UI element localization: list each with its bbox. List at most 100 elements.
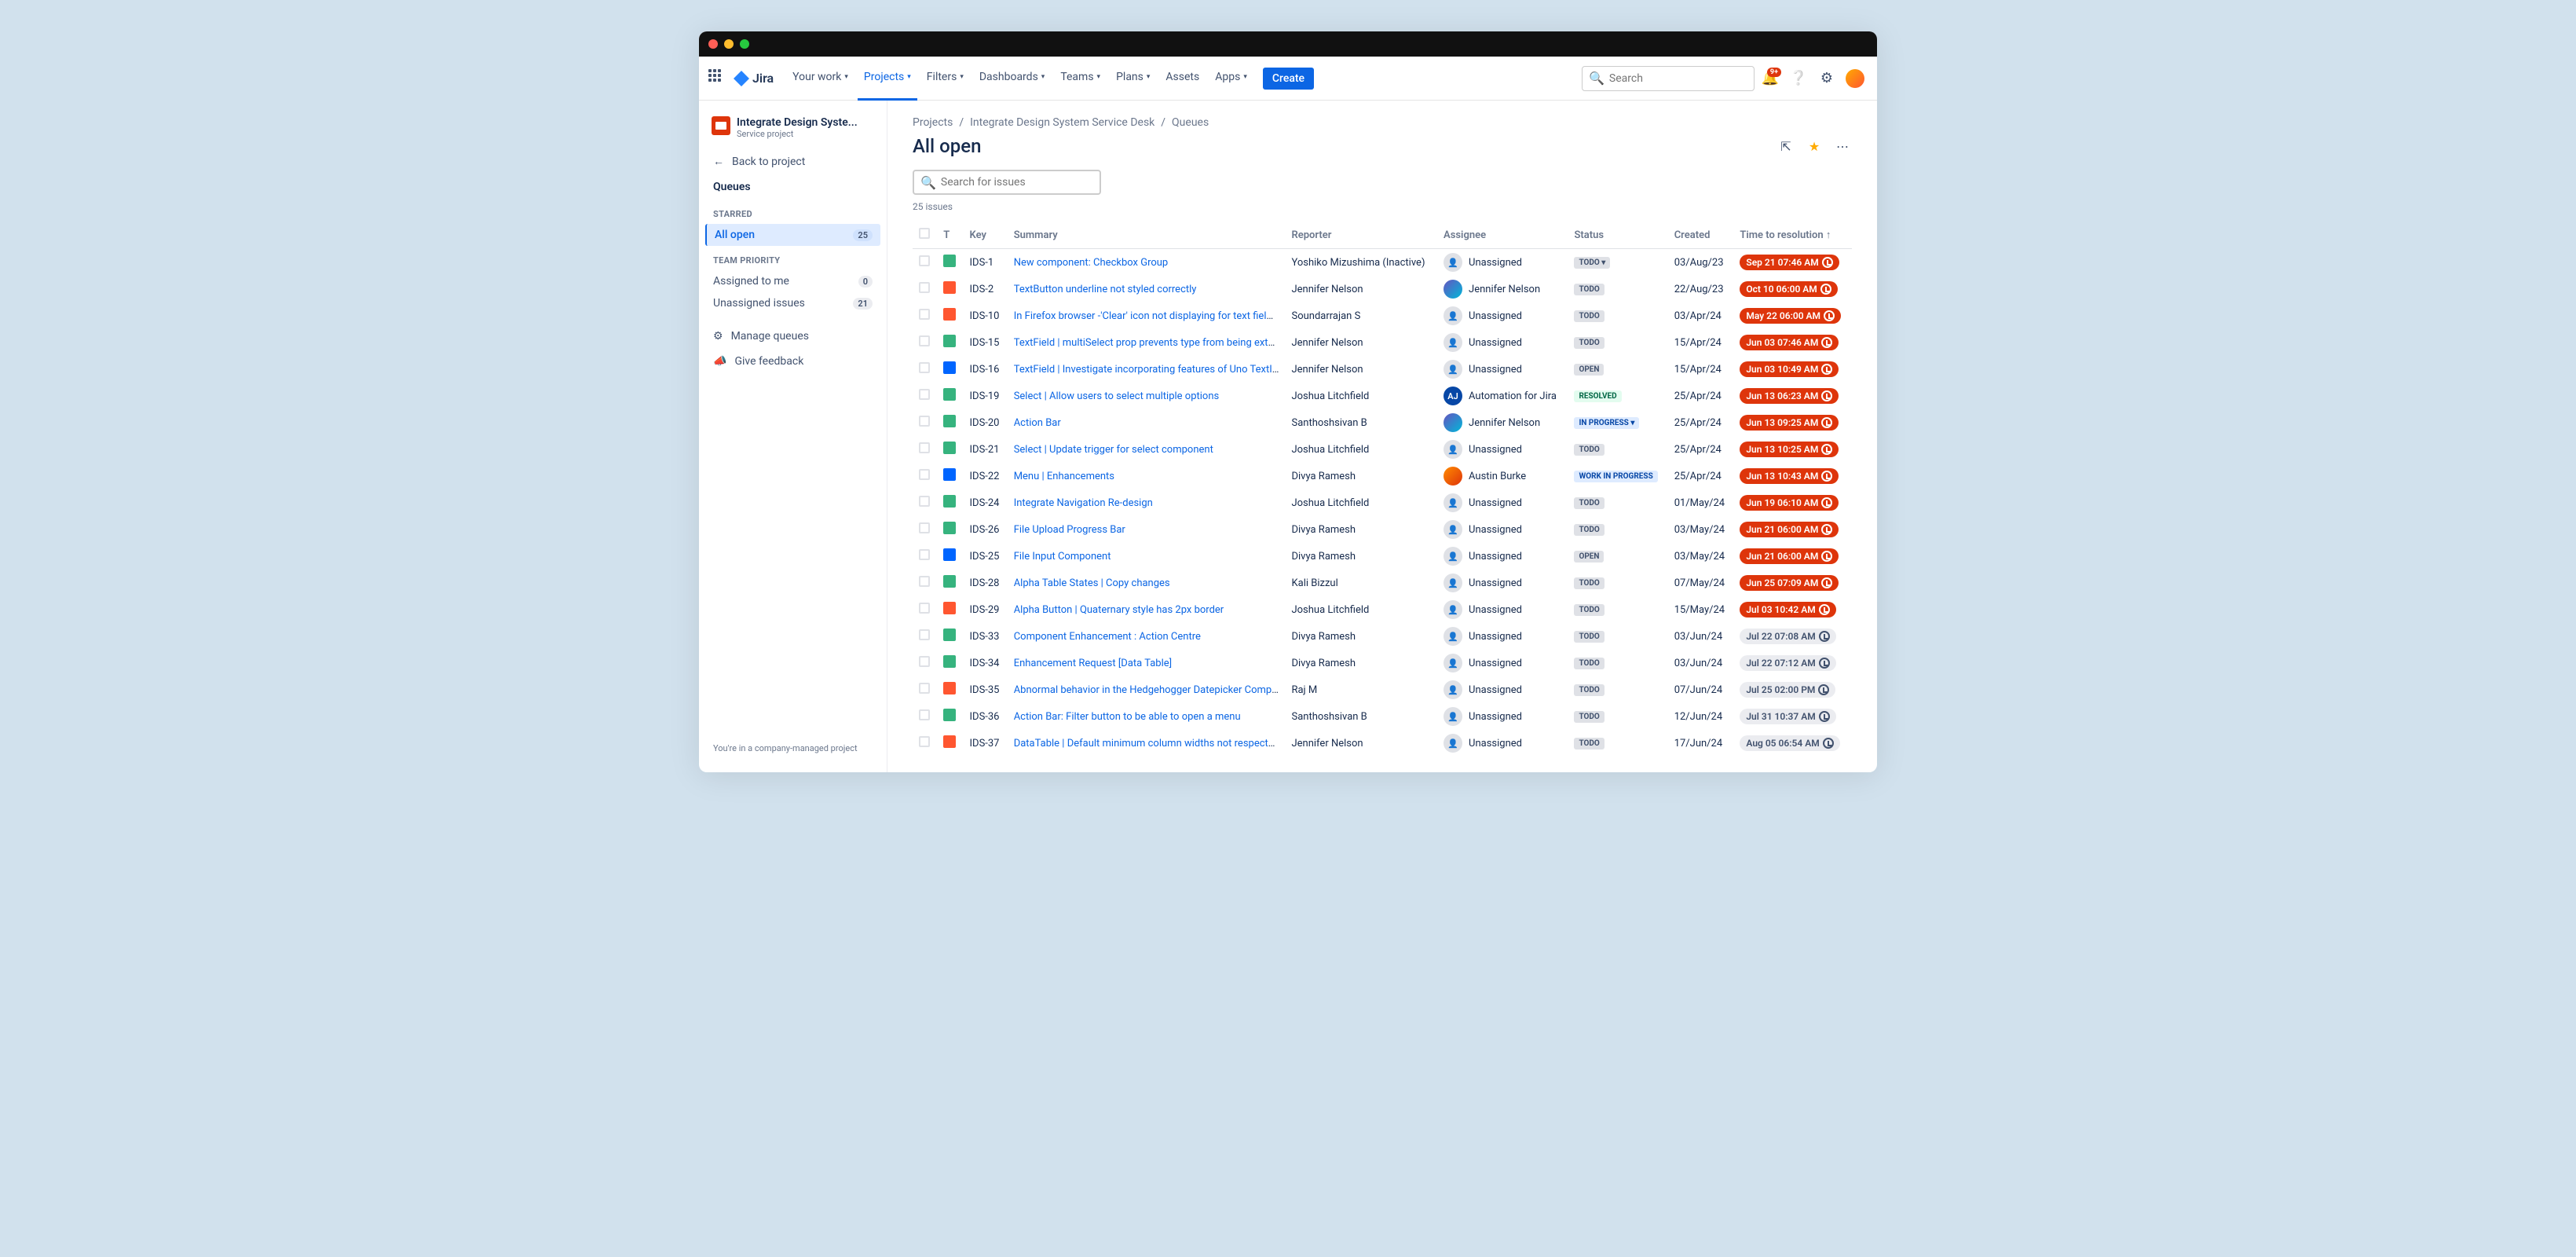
table-row[interactable]: IDS-1 New component: Checkbox Group Yosh… xyxy=(913,249,1852,277)
table-row[interactable]: IDS-28 Alpha Table States | Copy changes… xyxy=(913,570,1852,596)
issue-summary-link[interactable]: TextField | multiSelect prop prevents ty… xyxy=(1014,337,1286,349)
issue-summary-link[interactable]: Menu | Enhancements xyxy=(1014,471,1114,482)
nav-item-your-work[interactable]: Your work▾ xyxy=(786,57,854,101)
row-checkbox[interactable] xyxy=(919,442,930,453)
row-checkbox[interactable] xyxy=(919,656,930,667)
nav-item-filters[interactable]: Filters▾ xyxy=(920,57,970,101)
assignee[interactable]: 👤Unassigned xyxy=(1444,627,1561,646)
col-summary[interactable]: Summary xyxy=(1008,222,1286,249)
row-checkbox[interactable] xyxy=(919,282,930,293)
assignee[interactable]: 👤Unassigned xyxy=(1444,333,1561,352)
table-row[interactable]: IDS-34 Enhancement Request [Data Table] … xyxy=(913,650,1852,676)
table-row[interactable]: IDS-37 DataTable | Default minimum colum… xyxy=(913,730,1852,757)
status-badge[interactable]: OPEN xyxy=(1574,364,1604,376)
status-badge[interactable]: IN PROGRESS ▾ xyxy=(1574,417,1639,429)
col-checkbox[interactable] xyxy=(913,222,937,249)
status-badge[interactable]: TODO xyxy=(1574,604,1604,616)
issue-summary-link[interactable]: Component Enhancement : Action Centre xyxy=(1014,631,1201,643)
row-checkbox[interactable] xyxy=(919,389,930,400)
create-button[interactable]: Create xyxy=(1263,68,1314,90)
status-badge[interactable]: TODO xyxy=(1574,310,1604,322)
table-row[interactable]: IDS-19 Select | Allow users to select mu… xyxy=(913,383,1852,409)
give-feedback[interactable]: 📣 Give feedback xyxy=(705,349,880,374)
assignee[interactable]: 👤Unassigned xyxy=(1444,440,1561,459)
profile-avatar[interactable] xyxy=(1842,66,1868,91)
issue-search-input[interactable] xyxy=(941,176,1093,189)
minimize-window-dot[interactable] xyxy=(724,39,734,49)
status-badge[interactable]: TODO xyxy=(1574,738,1604,749)
star-icon[interactable]: ★ xyxy=(1805,137,1824,156)
global-search[interactable]: 🔍 xyxy=(1582,66,1755,91)
row-checkbox[interactable] xyxy=(919,603,930,614)
row-checkbox[interactable] xyxy=(919,549,930,560)
more-actions-icon[interactable]: ⋯ xyxy=(1833,137,1852,156)
assignee[interactable]: 👤Unassigned xyxy=(1444,600,1561,619)
row-checkbox[interactable] xyxy=(919,469,930,480)
col-assignee[interactable]: Assignee xyxy=(1437,222,1568,249)
table-row[interactable]: IDS-24 Integrate Navigation Re-design Jo… xyxy=(913,489,1852,516)
table-row[interactable]: IDS-29 Alpha Button | Quaternary style h… xyxy=(913,596,1852,623)
status-badge[interactable]: TODO xyxy=(1574,524,1604,536)
table-row[interactable]: IDS-16 TextField | Investigate incorpora… xyxy=(913,356,1852,383)
row-checkbox[interactable] xyxy=(919,576,930,587)
global-search-input[interactable] xyxy=(1609,72,1749,85)
issue-summary-link[interactable]: Action Bar xyxy=(1014,417,1061,429)
row-checkbox[interactable] xyxy=(919,629,930,640)
assignee[interactable]: 👤Unassigned xyxy=(1444,306,1561,325)
assignee[interactable]: 👤Unassigned xyxy=(1444,574,1561,592)
nav-item-plans[interactable]: Plans▾ xyxy=(1110,57,1156,101)
issue-summary-link[interactable]: File Upload Progress Bar xyxy=(1014,524,1125,536)
settings-icon[interactable]: ⚙ xyxy=(1814,66,1839,91)
status-badge[interactable]: TODO xyxy=(1574,577,1604,589)
row-checkbox[interactable] xyxy=(919,683,930,694)
issue-summary-link[interactable]: DataTable | Default minimum column width… xyxy=(1014,738,1286,749)
table-row[interactable]: IDS-25 File Input Component Divya Ramesh… xyxy=(913,543,1852,570)
issue-summary-link[interactable]: New component: Checkbox Group xyxy=(1014,257,1169,269)
assignee[interactable]: 👤Unassigned xyxy=(1444,493,1561,512)
status-badge[interactable]: TODO ▾ xyxy=(1574,257,1610,269)
status-badge[interactable]: TODO xyxy=(1574,631,1604,643)
col-sla[interactable]: Time to resolution xyxy=(1733,222,1852,249)
row-checkbox[interactable] xyxy=(919,522,930,533)
assignee[interactable]: 👤Unassigned xyxy=(1444,707,1561,726)
col-status[interactable]: Status xyxy=(1568,222,1667,249)
issue-search[interactable]: 🔍 xyxy=(913,170,1101,195)
status-badge[interactable]: TODO xyxy=(1574,337,1604,349)
assignee[interactable]: 👤Unassigned xyxy=(1444,680,1561,699)
nav-item-assets[interactable]: Assets xyxy=(1159,57,1206,101)
table-row[interactable]: IDS-26 File Upload Progress Bar Divya Ra… xyxy=(913,516,1852,543)
issue-summary-link[interactable]: In Firefox browser -'Clear' icon not dis… xyxy=(1014,310,1286,322)
table-row[interactable]: IDS-36 Action Bar: Filter button to be a… xyxy=(913,703,1852,730)
table-row[interactable]: IDS-22 Menu | Enhancements Divya Ramesh … xyxy=(913,463,1852,489)
row-checkbox[interactable] xyxy=(919,709,930,720)
assignee[interactable]: 👤Unassigned xyxy=(1444,253,1561,272)
status-badge[interactable]: TODO xyxy=(1574,711,1604,723)
assignee[interactable]: 👤Unassigned xyxy=(1444,360,1561,379)
assignee[interactable]: Jennifer Nelson xyxy=(1444,413,1561,432)
col-type[interactable]: T xyxy=(937,222,963,249)
status-badge[interactable]: OPEN xyxy=(1574,551,1604,563)
external-link-icon[interactable]: ⇱ xyxy=(1776,137,1795,156)
status-badge[interactable]: TODO xyxy=(1574,444,1604,456)
assignee[interactable]: 👤Unassigned xyxy=(1444,734,1561,753)
notifications-icon[interactable]: 🔔9+ xyxy=(1758,66,1783,91)
status-badge[interactable]: TODO xyxy=(1574,658,1604,669)
back-to-project[interactable]: ← Back to project xyxy=(705,148,880,174)
issue-summary-link[interactable]: Enhancement Request [Data Table] xyxy=(1014,658,1172,669)
status-badge[interactable]: RESOLVED xyxy=(1574,390,1621,402)
maximize-window-dot[interactable] xyxy=(740,39,749,49)
assignee[interactable]: 👤Unassigned xyxy=(1444,654,1561,672)
issue-summary-link[interactable]: Alpha Button | Quaternary style has 2px … xyxy=(1014,604,1224,616)
row-checkbox[interactable] xyxy=(919,255,930,266)
col-key[interactable]: Key xyxy=(964,222,1008,249)
assignee[interactable]: Austin Burke xyxy=(1444,467,1561,486)
issue-summary-link[interactable]: File Input Component xyxy=(1014,551,1111,563)
table-row[interactable]: IDS-21 Select | Update trigger for selec… xyxy=(913,436,1852,463)
status-badge[interactable]: TODO xyxy=(1574,284,1604,295)
row-checkbox[interactable] xyxy=(919,309,930,320)
status-badge[interactable]: TODO xyxy=(1574,684,1604,696)
table-row[interactable]: IDS-2 TextButton underline not styled co… xyxy=(913,276,1852,302)
col-reporter[interactable]: Reporter xyxy=(1285,222,1437,249)
nav-item-apps[interactable]: Apps▾ xyxy=(1209,57,1253,101)
nav-item-projects[interactable]: Projects▾ xyxy=(858,57,917,101)
